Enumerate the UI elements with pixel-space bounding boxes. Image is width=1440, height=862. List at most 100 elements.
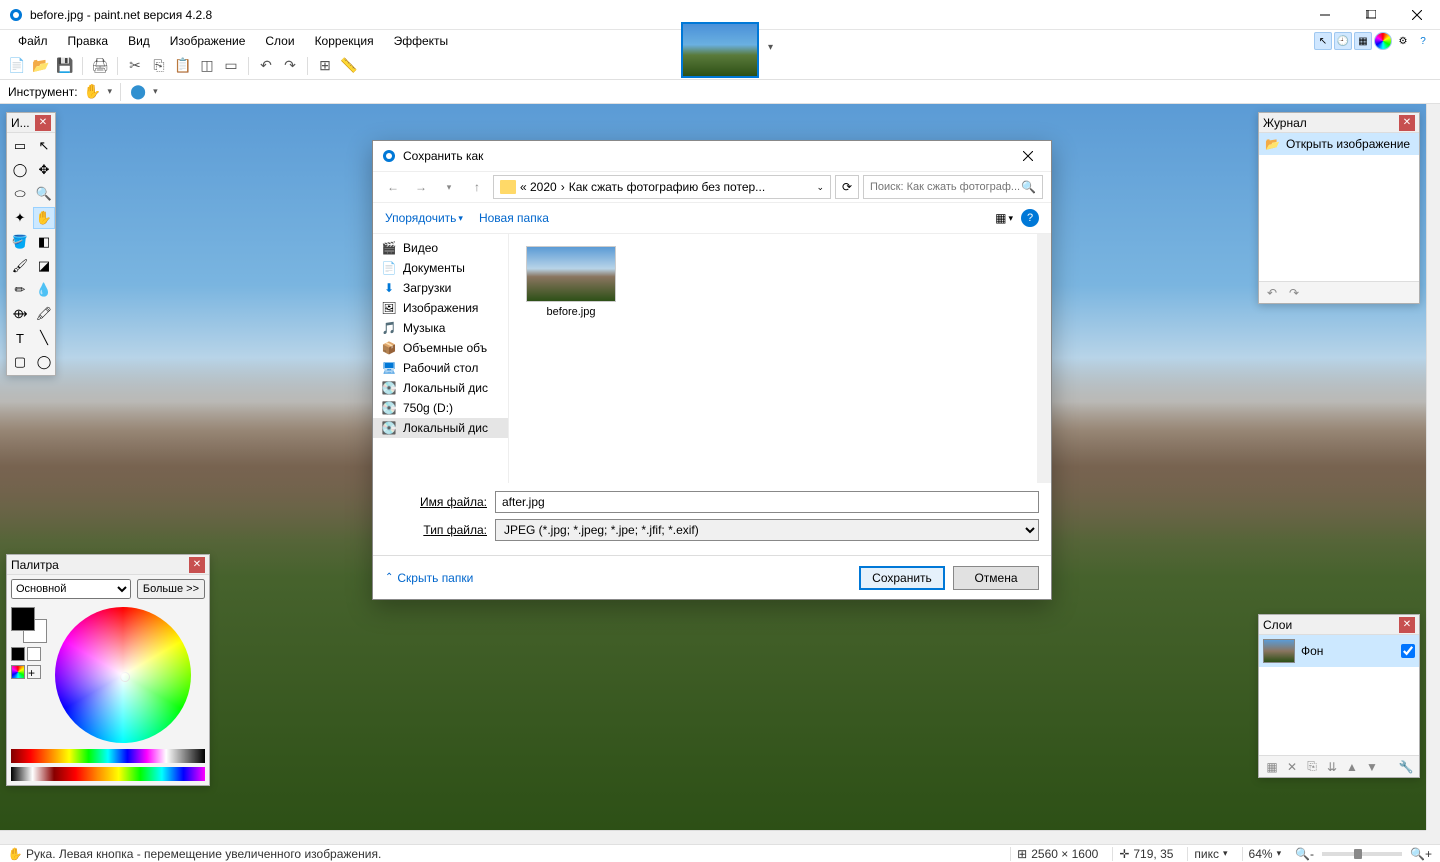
tool-shapes[interactable]: ▢ (9, 351, 31, 373)
menu-effects[interactable]: Эффекты (384, 31, 459, 51)
toggle-layers-icon[interactable]: ▦ (1354, 32, 1372, 50)
layer-duplicate-icon[interactable]: ⎘ (1303, 758, 1321, 776)
maximize-button[interactable] (1348, 0, 1394, 30)
open-file-icon[interactable]: 📂 (32, 57, 50, 75)
tool-pan-hand[interactable]: ✋ (33, 207, 55, 229)
layer-visibility-checkbox[interactable] (1401, 644, 1415, 658)
tool-color-picker[interactable]: 💧 (33, 279, 55, 301)
file-list-scrollbar[interactable] (1037, 234, 1051, 483)
layer-down-icon[interactable]: ▼ (1363, 758, 1381, 776)
color-wheel[interactable] (55, 607, 191, 743)
palette-add-icon[interactable]: + (27, 665, 41, 679)
layer-props-icon[interactable]: 🔧 (1397, 758, 1415, 776)
tool-move-selection[interactable]: ↖ (33, 135, 55, 157)
zoom-in-icon[interactable]: 🔍+ (1410, 847, 1432, 861)
tool-clone-stamp[interactable]: ⟴ (9, 303, 31, 325)
ruler-icon[interactable]: 📏 (340, 57, 358, 75)
print-icon[interactable]: 🖨 (91, 57, 109, 75)
tree-item-disk-c[interactable]: 💽Локальный дис (373, 378, 508, 398)
menu-view[interactable]: Вид (118, 31, 160, 51)
file-item[interactable]: before.jpg (521, 246, 621, 318)
tool-magic-wand[interactable]: ✦ (9, 207, 31, 229)
white-swatch[interactable] (27, 647, 41, 661)
deselect-icon[interactable]: ▭ (222, 57, 240, 75)
menu-edit[interactable]: Правка (58, 31, 119, 51)
layer-row[interactable]: Фон (1259, 635, 1419, 667)
new-folder-button[interactable]: Новая папка (479, 211, 549, 225)
tree-item-music[interactable]: 🎵Музыка (373, 318, 508, 338)
dialog-close-icon[interactable] (1005, 141, 1051, 171)
close-button[interactable] (1394, 0, 1440, 30)
search-input[interactable] (870, 181, 1021, 193)
nav-back-icon[interactable]: ← (381, 175, 405, 199)
history-item[interactable]: 📂 Открыть изображение (1259, 133, 1419, 155)
palette-panel-close-icon[interactable]: ✕ (189, 557, 205, 573)
minimize-button[interactable] (1302, 0, 1348, 30)
tool-text[interactable]: T (9, 327, 31, 349)
menu-adjustments[interactable]: Коррекция (305, 31, 384, 51)
tool-recolor[interactable]: 🖍 (33, 303, 55, 325)
layer-delete-icon[interactable]: ✕ (1283, 758, 1301, 776)
organize-button[interactable]: Упорядочить ▾ (385, 211, 463, 225)
palette-strip[interactable] (11, 749, 205, 763)
tool-ellipse-select[interactable]: ⬭ (9, 183, 31, 205)
layer-up-icon[interactable]: ▲ (1343, 758, 1361, 776)
save-button[interactable]: Сохранить (859, 566, 945, 590)
zoom-out-icon[interactable]: 🔍- (1295, 847, 1314, 861)
tree-item-images[interactable]: 🖼Изображения (373, 298, 508, 318)
tool-paint-bucket[interactable]: 🪣 (9, 231, 31, 253)
paste-icon[interactable]: 📋 (174, 57, 192, 75)
layers-panel-close-icon[interactable]: ✕ (1399, 617, 1415, 633)
history-redo-icon[interactable]: ↷ (1285, 284, 1303, 302)
tool-eraser[interactable]: ◪ (33, 255, 55, 277)
dialog-help-icon[interactable]: ? (1021, 209, 1039, 227)
tool-pencil[interactable]: ✏ (9, 279, 31, 301)
tool-paintbrush[interactable]: 🖌 (9, 255, 31, 277)
copy-icon[interactable]: ⎘ (150, 57, 168, 75)
zoom-value[interactable]: 64% (1249, 847, 1273, 861)
save-file-icon[interactable]: 💾 (56, 57, 74, 75)
tree-item-disk-e[interactable]: 💽Локальный дис (373, 418, 508, 438)
layer-add-icon[interactable]: ▦ (1263, 758, 1281, 776)
toggle-colors-icon[interactable] (1374, 32, 1392, 50)
tool-zoom[interactable]: 🔍 (33, 183, 55, 205)
palette-more-button[interactable]: Больше >> (137, 579, 205, 599)
tree-item-disk-d[interactable]: 💽750g (D:) (373, 398, 508, 418)
nav-forward-icon[interactable]: → (409, 175, 433, 199)
tool-lasso[interactable]: ◯ (9, 159, 31, 181)
zoom-slider[interactable] (1322, 852, 1402, 856)
nav-refresh-icon[interactable]: ⟳ (835, 175, 859, 199)
cut-icon[interactable]: ✂ (126, 57, 144, 75)
document-thumbnail[interactable] (681, 22, 759, 78)
filename-input[interactable] (495, 491, 1039, 513)
filetype-select[interactable]: JPEG (*.jpg; *.jpeg; *.jpe; *.jfif; *.ex… (495, 519, 1039, 541)
palette-strip-2[interactable] (11, 767, 205, 781)
tree-item-documents[interactable]: 📄Документы (373, 258, 508, 278)
menu-file[interactable]: Файл (8, 31, 58, 51)
tool-rectangle-select[interactable]: ▭ (9, 135, 31, 157)
tool-line[interactable]: ╲ (33, 327, 55, 349)
search-box[interactable]: 🔍 (863, 175, 1043, 199)
tool-move-pixels[interactable]: ✥ (33, 159, 55, 181)
breadcrumb[interactable]: « 2020 › Как сжать фотографию без потер.… (493, 175, 831, 199)
tree-item-desktop[interactable]: 🖥Рабочий стол (373, 358, 508, 378)
history-panel-close-icon[interactable]: ✕ (1399, 115, 1415, 131)
toggle-tools-icon[interactable]: ↖ (1314, 32, 1332, 50)
view-mode-button[interactable]: ▦ ▾ (995, 211, 1013, 225)
black-swatch[interactable] (11, 647, 25, 661)
unit-label[interactable]: пикс (1194, 847, 1219, 861)
help-icon[interactable]: ? (1414, 32, 1432, 50)
tree-item-3d[interactable]: 📦Объемные объ (373, 338, 508, 358)
cancel-button[interactable]: Отмена (953, 566, 1039, 590)
menu-layers[interactable]: Слои (255, 31, 304, 51)
color-mode-select[interactable]: Основной (11, 579, 131, 599)
settings-icon[interactable]: ⚙ (1394, 32, 1412, 50)
tool-shapes-alt[interactable]: ◯ (33, 351, 55, 373)
grid-icon[interactable]: ⊞ (316, 57, 334, 75)
vertical-scrollbar[interactable] (1426, 104, 1440, 830)
new-file-icon[interactable]: 📄 (8, 57, 26, 75)
tool-gradient[interactable]: ◧ (33, 231, 55, 253)
hide-folders-link[interactable]: ⌃ Скрыть папки (385, 571, 473, 585)
color-swatch[interactable] (11, 607, 47, 643)
nav-up-icon[interactable]: ↑ (465, 175, 489, 199)
